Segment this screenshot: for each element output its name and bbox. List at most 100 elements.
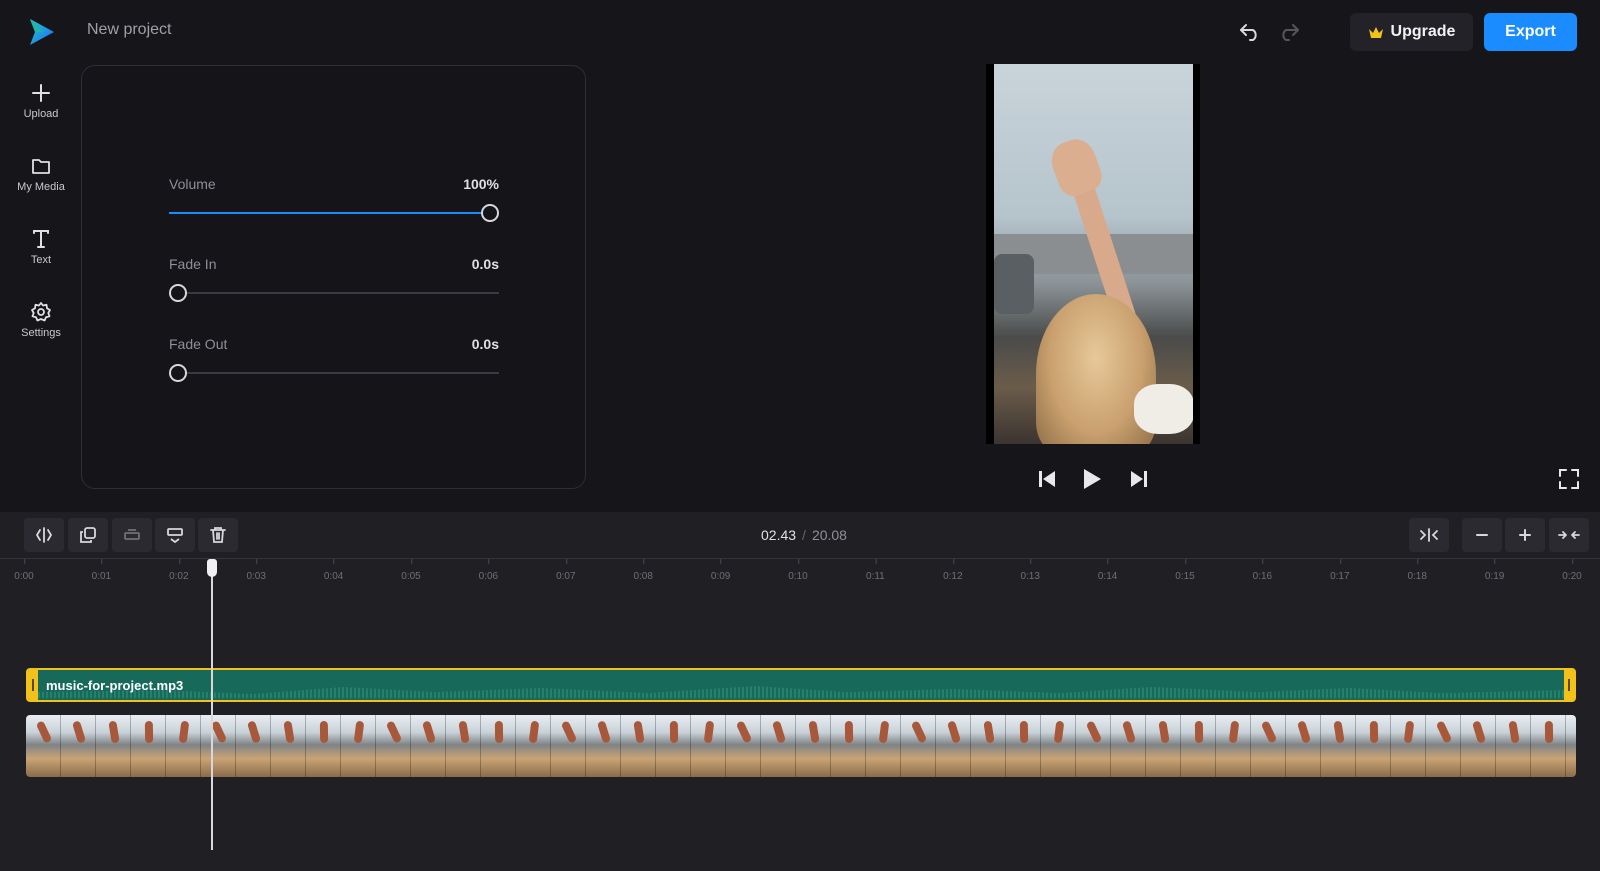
collapse-icon[interactable]	[1549, 518, 1589, 552]
ruler-tick-label: 0:11	[866, 571, 885, 582]
ruler-tick-label: 0:00	[14, 571, 34, 582]
ruler-tick-label: 0:19	[1484, 571, 1505, 582]
fade-in-slider-knob[interactable]	[169, 284, 187, 302]
ruler-tick: 0:05	[401, 559, 421, 582]
zoom-in-icon[interactable]	[1505, 518, 1545, 552]
ruler-tick: 0:16	[1253, 559, 1272, 582]
filmstrip-frame-detail	[1333, 720, 1345, 744]
filmstrip-frame-detail	[808, 720, 820, 744]
filmstrip-frame-detail	[946, 720, 962, 744]
upgrade-button[interactable]: Upgrade	[1350, 13, 1473, 51]
fade-out-control: Fade Out 0.0s	[169, 336, 499, 382]
plus-icon	[32, 84, 50, 102]
sidebar-item-my-media[interactable]: My Media	[0, 155, 82, 215]
filmstrip-frame-detail	[1019, 720, 1029, 744]
fade-out-value: 0.0s	[471, 336, 499, 352]
sidebar-item-label: My Media	[17, 181, 65, 193]
filmstrip-frame-detail	[144, 720, 154, 744]
fade-in-slider[interactable]	[169, 284, 499, 302]
filmstrip-frame-detail	[983, 720, 995, 744]
export-button[interactable]: Export	[1484, 13, 1577, 51]
redo-icon[interactable]	[1275, 18, 1303, 46]
insert-icon[interactable]	[155, 518, 195, 552]
ruler-tick: 0:17	[1330, 559, 1350, 582]
filmstrip-frame-detail	[878, 720, 890, 744]
filmstrip-frame-detail	[1403, 720, 1415, 744]
duplicate-icon[interactable]	[68, 518, 108, 552]
fade-out-label: Fade Out	[169, 336, 228, 352]
filmstrip-frame-detail	[210, 720, 228, 744]
fade-out-slider-knob[interactable]	[169, 364, 187, 382]
ruler-tick-label: 0:07	[556, 571, 576, 582]
fade-out-slider[interactable]	[169, 364, 499, 382]
play-icon[interactable]	[1079, 466, 1105, 492]
video-clip[interactable]	[26, 715, 1576, 777]
playhead[interactable]	[211, 562, 214, 850]
ruler-tick: 0:15	[1175, 559, 1195, 582]
skip-forward-icon[interactable]	[1126, 466, 1152, 492]
filmstrip-frame-detail	[1296, 720, 1312, 744]
ruler-tick: 0:13	[1020, 559, 1040, 582]
project-name[interactable]: New project	[87, 21, 171, 39]
video-preview[interactable]	[986, 64, 1200, 444]
volume-value: 100%	[463, 176, 499, 192]
audio-waveform	[38, 686, 1564, 698]
audio-clip-trim-handle-left[interactable]	[28, 670, 38, 700]
volume-control: Volume 100%	[169, 176, 499, 222]
ruler-tick-label: 0:06	[478, 571, 499, 582]
ruler-tick-label: 0:03	[246, 571, 266, 582]
ruler-tick-label: 0:01	[91, 571, 112, 582]
ruler-tick-label: 0:16	[1252, 571, 1273, 582]
filmstrip-frame-detail	[633, 720, 645, 744]
ruler-tick-label: 0:02	[169, 571, 189, 582]
preview-frame-image	[994, 64, 1193, 444]
filmstrip-frame-detail	[178, 720, 190, 744]
playhead-handle[interactable]	[207, 559, 218, 577]
volume-slider[interactable]	[169, 204, 499, 222]
current-time: 02.43	[761, 527, 797, 543]
trash-icon[interactable]	[198, 518, 238, 552]
fade-in-value: 0.0s	[471, 256, 499, 272]
ruler-tick-label: 0:13	[1020, 571, 1040, 582]
filmstrip-frame-detail	[1544, 720, 1554, 744]
lift-icon[interactable]	[112, 518, 152, 552]
filmstrip-frame-detail	[108, 720, 120, 744]
text-icon	[33, 230, 49, 248]
sidebar-item-text[interactable]: Text	[0, 228, 82, 288]
ruler-tick-label: 0:05	[401, 571, 421, 582]
ruler-tick-label: 0:04	[323, 571, 344, 582]
gear-icon	[31, 302, 51, 322]
filmstrip-frame-detail	[1260, 720, 1278, 744]
sidebar-item-settings[interactable]: Settings	[0, 301, 82, 361]
ruler-tick: 0:18	[1407, 559, 1427, 582]
play-logo-icon[interactable]	[26, 16, 58, 48]
timeline-ruler[interactable]: 0:00 0:01 0:02 0:03 0:04 0:05 0:06 0:07 0:08 0:09…	[0, 558, 1600, 588]
skip-back-icon[interactable]	[1034, 466, 1060, 492]
filmstrip-frame-detail	[283, 720, 295, 744]
fullscreen-icon[interactable]	[1558, 468, 1580, 490]
audio-clip-trim-handle-right[interactable]	[1564, 670, 1574, 700]
top-bar: New project Upgrade Export	[0, 0, 1600, 62]
ruler-tick-label: 0:17	[1330, 571, 1350, 582]
sidebar-item-upload[interactable]: Upload	[0, 82, 82, 142]
filmstrip-frame-detail	[1369, 720, 1379, 744]
split-icon[interactable]	[24, 518, 64, 552]
filmstrip-frame-detail	[421, 720, 437, 744]
volume-slider-knob[interactable]	[481, 204, 499, 222]
undo-icon[interactable]	[1236, 18, 1264, 46]
filmstrip-frame-detail	[494, 720, 504, 744]
crown-icon	[1368, 26, 1383, 38]
fit-icon[interactable]	[1409, 518, 1449, 552]
ruler-tick: 0:09	[711, 559, 730, 582]
filmstrip-frame-detail	[1158, 720, 1170, 744]
filmstrip-frame-detail	[1085, 720, 1103, 744]
filmstrip-frame-detail	[1471, 720, 1487, 744]
ruler-tick: 0:00	[14, 559, 34, 582]
audio-clip[interactable]: music-for-project.mp3	[26, 668, 1576, 702]
upgrade-label: Upgrade	[1390, 23, 1456, 40]
sidebar-item-label: Upload	[23, 108, 59, 120]
audio-settings-panel: Volume 100% Fade In 0.0s Fade Out 0.0s	[81, 65, 586, 489]
zoom-out-icon[interactable]	[1462, 518, 1502, 552]
volume-slider-fill	[169, 212, 490, 214]
sidebar-item-label: Text	[30, 254, 52, 266]
